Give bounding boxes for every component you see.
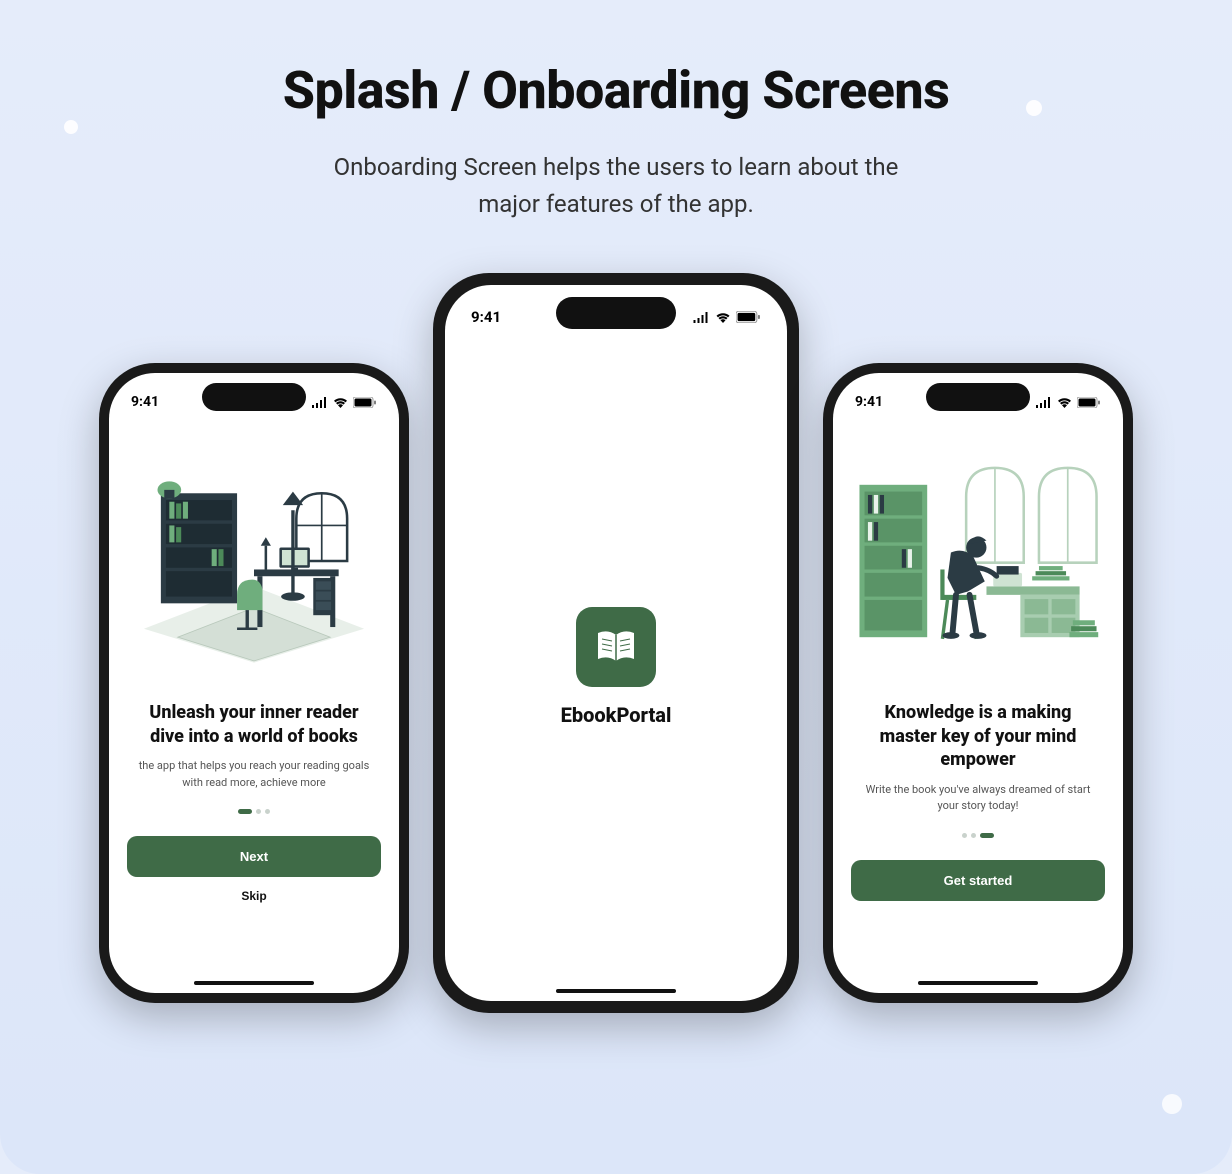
phone-notch (926, 383, 1030, 411)
battery-icon (353, 397, 377, 408)
app-name: EbookPortal (561, 703, 672, 727)
phone-notch (556, 297, 676, 329)
home-indicator (194, 981, 314, 985)
pager-dot-active (238, 809, 252, 814)
page-title: Splash / Onboarding Screens (0, 60, 1232, 121)
status-icons (312, 397, 377, 408)
wifi-icon (333, 397, 348, 408)
phone-splash: 9:41 (433, 273, 799, 1013)
pager-dots (238, 809, 270, 814)
status-time: 9:41 (131, 394, 159, 410)
phone-onboarding-3: 9:41 (823, 363, 1133, 1003)
status-icons (693, 311, 761, 323)
signal-icon (312, 397, 328, 408)
illustration-writer (851, 441, 1105, 681)
illustration-study-room (127, 441, 381, 681)
onboarding-subtitle: the app that helps you reach your readin… (127, 758, 381, 791)
onboarding-content: Knowledge is a making master key of your… (833, 417, 1123, 993)
battery-icon (1077, 397, 1101, 408)
study-room-icon (127, 441, 381, 681)
signal-icon (693, 312, 710, 323)
app-logo (576, 607, 656, 687)
phone-screen: 9:41 (109, 373, 399, 993)
phone-screen: 9:41 (445, 285, 787, 1001)
get-started-button[interactable]: Get started (851, 860, 1105, 901)
phone-notch (202, 383, 306, 411)
decorative-dot (1026, 100, 1042, 116)
phone-onboarding-1: 9:41 (99, 363, 409, 1003)
signal-icon (1036, 397, 1052, 408)
pager-dot (962, 833, 967, 838)
pager-dot-active (980, 833, 994, 838)
decorative-dot (64, 120, 78, 134)
home-indicator (556, 989, 676, 993)
status-time: 9:41 (855, 394, 883, 410)
home-indicator (918, 981, 1038, 985)
status-time: 9:41 (471, 308, 501, 326)
book-open-icon (592, 623, 640, 671)
phones-row: 9:41 (0, 273, 1232, 1003)
pager-dot (265, 809, 270, 814)
onboarding-subtitle: Write the book you've always dreamed of … (851, 782, 1105, 815)
onboarding-title: Knowledge is a making master key of your… (851, 701, 1105, 771)
showcase-canvas: Splash / Onboarding Screens Onboarding S… (0, 0, 1232, 1174)
page-subtitle: Onboarding Screen helps the users to lea… (0, 149, 1232, 223)
skip-button[interactable]: Skip (241, 889, 266, 903)
pager-dot (971, 833, 976, 838)
battery-icon (736, 311, 761, 323)
subtitle-line: Onboarding Screen helps the users to lea… (334, 153, 899, 181)
splash-content: EbookPortal (445, 333, 787, 1001)
writer-library-icon (851, 441, 1105, 681)
onboarding-content: Unleash your inner reader dive into a wo… (109, 417, 399, 993)
decorative-dot (1162, 1094, 1182, 1114)
next-button[interactable]: Next (127, 836, 381, 877)
subtitle-line: major features of the app. (478, 190, 754, 218)
wifi-icon (715, 312, 731, 323)
wifi-icon (1057, 397, 1072, 408)
pager-dots (962, 833, 994, 838)
pager-dot (256, 809, 261, 814)
status-icons (1036, 397, 1101, 408)
onboarding-title: Unleash your inner reader dive into a wo… (127, 701, 381, 748)
phone-screen: 9:41 (833, 373, 1123, 993)
